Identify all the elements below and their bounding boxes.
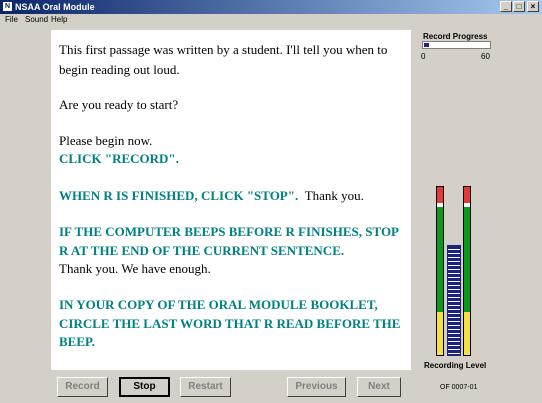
recording-level-bar (447, 245, 461, 356)
passage-text: Thank you. (304, 188, 364, 203)
instruction-line: WHEN R IS FINISHED, CLICK "STOP". Thank … (59, 187, 364, 204)
recording-level-label: Recording Level (424, 361, 487, 370)
progress-max-label: 60 (481, 52, 490, 61)
progress-segment (424, 43, 429, 47)
meter-yellow-zone (464, 312, 470, 355)
app-icon[interactable]: N (3, 2, 12, 11)
stop-button[interactable]: Stop (119, 377, 170, 397)
instruction-line: CIRCLE THE LAST WORD THAT R READ BEFORE … (59, 316, 401, 331)
record-progress-bar (422, 41, 491, 49)
passage-line: Thank you. We have enough. (59, 261, 211, 276)
instruction-line: IN YOUR COPY OF THE ORAL MODULE BOOKLET, (59, 297, 378, 312)
minimize-icon[interactable]: _ (500, 1, 512, 12)
version-label: OF 0007-01 (440, 384, 478, 391)
maximize-icon[interactable]: □ (513, 1, 525, 12)
menu-sound[interactable]: Sound (25, 14, 48, 26)
passage-line: Please begin now. (59, 133, 153, 148)
record-progress-label: Record Progress (423, 32, 488, 41)
next-button[interactable]: Next (357, 377, 401, 397)
progress-min-label: 0 (421, 52, 426, 61)
meter-yellow-zone (437, 312, 443, 355)
meter-green-zone (437, 207, 443, 312)
window-title: NSAA Oral Module (15, 2, 95, 12)
passage-line: begin reading out loud. (59, 62, 180, 77)
close-icon[interactable]: × (527, 1, 539, 12)
instruction-text: WHEN R IS FINISHED, CLICK "STOP". (59, 188, 299, 203)
menu-bar: File Sound Help (0, 14, 542, 26)
instruction-line: CLICK "RECORD". (59, 151, 179, 166)
meter-red-zone (437, 187, 443, 203)
menu-file[interactable]: File (5, 14, 18, 26)
meter-green-zone (464, 207, 470, 312)
previous-button[interactable]: Previous (287, 377, 346, 397)
menu-help[interactable]: Help (51, 14, 67, 26)
instruction-line: R AT THE END OF THE CURRENT SENTENCE. (59, 243, 345, 258)
passage-line: Are you ready to start? (59, 97, 179, 112)
passage-panel: This first passage was written by a stud… (51, 30, 411, 370)
instruction-line: BEEP. (59, 334, 96, 349)
restart-button[interactable]: Restart (180, 377, 231, 397)
record-button[interactable]: Record (57, 377, 108, 397)
title-bar: N NSAA Oral Module _ □ × (0, 0, 542, 14)
level-meter-right (463, 186, 471, 356)
instruction-line: IF THE COMPUTER BEEPS BEFORE R FINISHES,… (59, 224, 399, 239)
passage-line: This first passage was written by a stud… (59, 42, 388, 57)
level-meter-left (436, 186, 444, 356)
meter-red-zone (464, 187, 470, 203)
